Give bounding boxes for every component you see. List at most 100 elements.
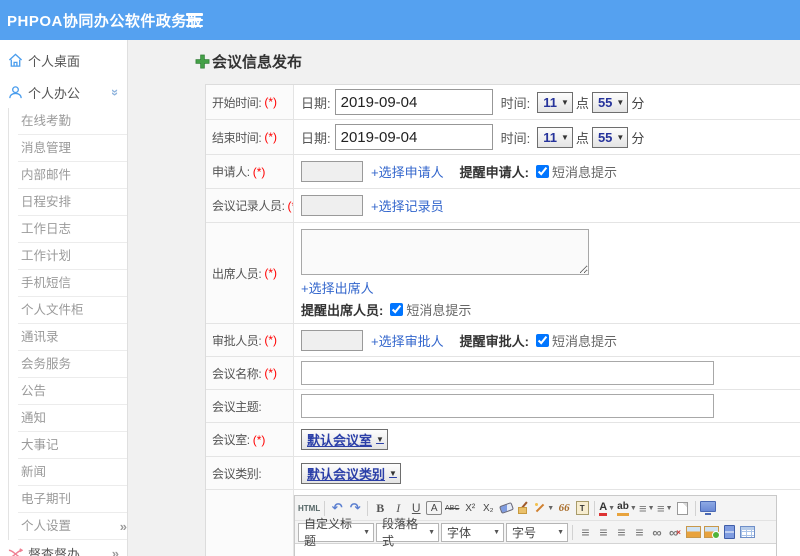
sidebar-item-e-journal[interactable]: 电子期刊 [18, 486, 127, 513]
attendees-sms-checkbox[interactable] [390, 303, 404, 316]
sidebar-item-attendance[interactable]: 在线考勤 [18, 108, 127, 135]
justify-right-icon[interactable]: ≡ [613, 523, 629, 541]
applicant-sms-checkbox[interactable] [535, 165, 549, 178]
upload-image-icon[interactable] [703, 523, 720, 541]
meeting-name-input[interactable] [301, 361, 714, 385]
time-label: 时间: [500, 130, 531, 146]
start-hour-select[interactable]: 11 ▼ [537, 91, 573, 113]
autotypeset-icon[interactable]: A [426, 501, 443, 515]
form-row-meeting-name: 会议名称: (*) [206, 357, 800, 390]
sidebar-item-announcement[interactable]: 公告 [18, 378, 127, 405]
choose-approver-link[interactable]: +选择审批人 [371, 331, 444, 350]
choose-applicant-link[interactable]: +选择申请人 [371, 162, 444, 181]
required-mark: (*) [252, 432, 266, 447]
paste-plain-icon[interactable]: T [574, 499, 590, 517]
font-family-select[interactable]: 字体 ▼ [441, 522, 504, 542]
toolbar-divider [367, 500, 369, 516]
subscript-icon[interactable]: X₂ [480, 499, 496, 517]
sms-tip-label: 短消息提示 [406, 303, 472, 318]
approver-sms-checkbox[interactable] [535, 333, 549, 347]
editor-content-area[interactable] [295, 544, 776, 556]
choose-attendees-link[interactable]: +选择出席人 [301, 278, 374, 297]
sidebar-item-desktop[interactable]: 个人桌面 [0, 44, 127, 76]
choose-recorder-link[interactable]: +选择记录员 [371, 196, 444, 215]
meeting-form: 开始时间:(*) 日期: 时间: 11▼ 点 55▼ 分 结束时间:(*) 日期… [205, 84, 800, 556]
select-arrow-icon: ▼ [376, 435, 384, 444]
select-arrow-icon: ▼ [616, 132, 625, 142]
start-date-input[interactable] [334, 89, 493, 115]
justify-left-icon[interactable]: ≡ [577, 523, 593, 541]
chevron-double-down-icon: » [107, 88, 123, 96]
end-hour-select[interactable]: 11 ▼ [537, 126, 573, 148]
meeting-room-select[interactable]: 默认会议室 ▼ [301, 429, 388, 450]
date-label: 日期: [301, 130, 331, 146]
meeting-subject-input[interactable] [301, 394, 714, 418]
remind-attendees-label: 提醒出席人员: [301, 303, 384, 318]
unordered-list-icon[interactable]: ≡ ▼ [657, 499, 673, 517]
select-arrow-icon: ▼ [616, 97, 625, 107]
app-header: PHPOA协同办公软件政务版 [0, 0, 800, 40]
ordered-list-icon[interactable]: ≡ ▼ [639, 499, 655, 517]
sidebar-item-office[interactable]: 个人办公 » [0, 76, 127, 108]
blockquote-icon[interactable]: 66 [556, 499, 572, 517]
sidebar-item-messages[interactable]: 消息管理 [18, 135, 127, 162]
insert-link-icon[interactable]: ∞ [649, 523, 665, 541]
sidebar-item-supervision[interactable]: 督查督办 » [0, 540, 127, 556]
justify-full-icon[interactable]: ≡ [631, 523, 647, 541]
app-root: PHPOA协同办公软件政务版 个人桌面 个人办公 » 在线考勤 消息管理 内部邮… [0, 0, 800, 556]
remind-approver-label: 提醒审批人: [459, 333, 529, 349]
end-minute-select[interactable]: 55 ▼ [591, 126, 629, 148]
shuffle-icon [8, 547, 23, 556]
sidebar-item-schedule[interactable]: 日程安排 [18, 189, 127, 216]
insert-image-icon[interactable] [685, 523, 701, 541]
form-row-applicant: 申请人: (*) +选择申请人 提醒申请人: 短消息提示 [206, 155, 800, 189]
field-label: 会议室: [212, 433, 250, 447]
sidebar-item-internal-mail[interactable]: 内部邮件 [18, 162, 127, 189]
end-date-input[interactable] [334, 124, 493, 150]
insert-table-icon[interactable] [739, 523, 755, 541]
sidebar-item-news[interactable]: 新闻 [18, 459, 127, 486]
meeting-category-select[interactable]: 默认会议类别 ▼ [301, 462, 401, 484]
strikethrough-icon[interactable]: ABC [444, 499, 460, 517]
applicant-input[interactable] [301, 161, 363, 182]
field-label: 审批人员: [212, 333, 262, 348]
highlight-color-icon[interactable]: ab ▼ [617, 499, 637, 517]
custom-title-select[interactable]: 自定义标题 ▼ [298, 517, 374, 548]
sidebar-item-file-cabinet[interactable]: 个人文件柜 [18, 297, 127, 324]
font-color-icon[interactable]: A ▼ [599, 499, 615, 517]
recorder-input[interactable] [301, 195, 363, 216]
sidebar-item-personal-settings[interactable]: 个人设置 » [18, 513, 127, 540]
format-clear-broom-icon[interactable] [516, 499, 532, 517]
sidebar-item-work-plan[interactable]: 工作计划 [18, 243, 127, 270]
sidebar-item-notice[interactable]: 通知 [18, 405, 127, 432]
approver-input[interactable] [301, 329, 363, 351]
format-painter-icon[interactable]: ▼ [534, 499, 554, 517]
paragraph-format-select[interactable]: 段落格式 ▼ [376, 517, 439, 548]
start-minute-select[interactable]: 55 ▼ [591, 91, 629, 113]
eraser-icon[interactable] [498, 499, 514, 517]
sidebar-item-major-events[interactable]: 大事记 [18, 432, 127, 459]
sidebar-item-meeting-service[interactable]: 会务服务 [18, 351, 127, 378]
minute-unit: 分 [631, 130, 645, 146]
sms-tip-label: 短消息提示 [551, 165, 617, 180]
user-icon [9, 85, 22, 98]
select-arrow-icon: ▼ [561, 97, 569, 107]
insert-media-icon[interactable] [721, 523, 737, 541]
font-size-select[interactable]: 字号 ▼ [506, 522, 568, 542]
toolbar-divider [694, 500, 696, 516]
sidebar-item-work-log[interactable]: 工作日志 [18, 216, 127, 243]
app-title: PHPOA协同办公软件政务版 [7, 12, 203, 30]
superscript-icon[interactable]: X² [462, 499, 478, 517]
time-label: 时间: [500, 95, 531, 111]
sidebar-item-contacts[interactable]: 通讯录 [18, 324, 127, 351]
fullscreen-icon[interactable] [699, 499, 716, 517]
new-page-icon[interactable] [675, 499, 691, 517]
remove-link-icon[interactable]: ∞ × [667, 523, 683, 541]
sidebar-item-label: 督查督办 [28, 547, 81, 556]
field-label: 申请人: [212, 165, 250, 179]
hamburger-menu-icon[interactable] [186, 13, 203, 27]
field-label: 结束时间: [212, 130, 262, 145]
attendees-textarea[interactable] [301, 229, 589, 275]
justify-center-icon[interactable]: ≡ [595, 523, 611, 541]
sidebar-item-mobile-sms[interactable]: 手机短信 [18, 270, 127, 297]
